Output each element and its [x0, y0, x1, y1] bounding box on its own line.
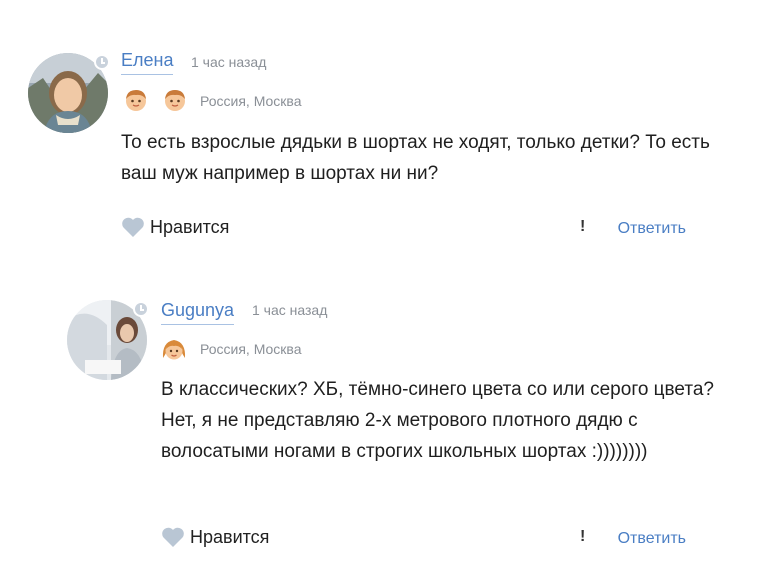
children-icons — [161, 336, 187, 362]
reply-button[interactable]: Ответить — [618, 220, 686, 238]
username-link[interactable]: Gugunya — [161, 300, 235, 325]
location: Россия, Москва — [200, 93, 302, 109]
heart-icon — [162, 527, 184, 547]
children-icons — [123, 87, 188, 113]
clock-icon — [133, 301, 149, 317]
girl-icon — [162, 340, 186, 360]
comment-text: В классических? ХБ, тёмно-синего цвета с… — [161, 379, 714, 462]
like-button[interactable]: Нравится — [161, 526, 269, 548]
report-button[interactable]: ! — [580, 528, 585, 546]
location: Россия, Москва — [200, 341, 302, 357]
comment-text: То есть взрослые дядьки в шортах не ходя… — [121, 132, 710, 184]
comment-actions: Нравится ! Ответить — [161, 526, 686, 554]
boy-icon — [126, 90, 146, 111]
heart-icon — [122, 217, 144, 237]
comment: Gugunya 1 час назад Россия, Москва В кла… — [0, 280, 770, 577]
like-button[interactable]: Нравится — [121, 216, 229, 238]
comment: Елена 1 час назад Россия, Москва То есть… — [0, 0, 770, 280]
comment-actions: Нравится ! Ответить — [121, 216, 686, 244]
comment-time: 1 час назад — [191, 54, 267, 70]
like-label: Нравится — [190, 526, 270, 547]
boy-icon — [165, 90, 185, 111]
report-button[interactable]: ! — [580, 218, 585, 236]
reply-button[interactable]: Ответить — [618, 530, 686, 548]
comment-time: 1 час назад — [252, 302, 328, 318]
username-link[interactable]: Елена — [121, 50, 174, 75]
clock-icon — [94, 54, 110, 70]
like-label: Нравится — [150, 216, 230, 237]
